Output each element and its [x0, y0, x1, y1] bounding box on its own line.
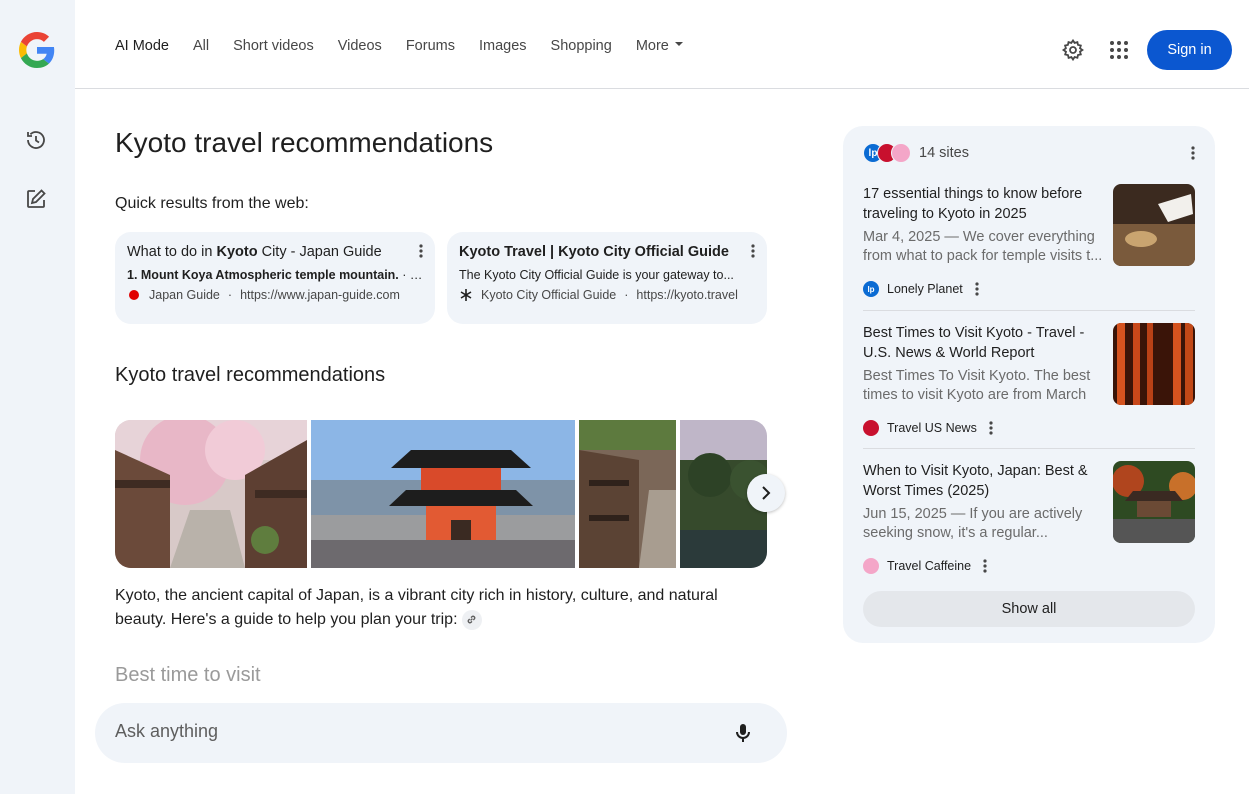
more-options-icon[interactable]	[989, 421, 993, 435]
left-rail	[0, 0, 75, 794]
quick-result-card[interactable]: Kyoto Travel | Kyoto City Official Guide…	[447, 232, 767, 324]
section-title: Kyoto travel recommendations	[115, 364, 386, 386]
tab-more-label: More	[635, 38, 669, 54]
intro-paragraph: Kyoto, the ancient capital of Japan, is …	[115, 587, 718, 630]
sources-header: lp 14 sites	[863, 143, 969, 163]
sources-count: 14 sites	[919, 145, 969, 161]
source-item-title: 17 essential things to know before trave…	[863, 186, 1083, 222]
source-thumbnail-torii	[1113, 323, 1195, 405]
chevron-right-icon	[762, 486, 771, 500]
source-item[interactable]: 17 essential things to know before trave…	[863, 184, 1195, 297]
gallery-next-button[interactable]	[747, 474, 785, 512]
history-icon	[27, 131, 45, 149]
quick-result-source: Kyoto City Official Guide · https://kyoto.…	[459, 288, 755, 302]
quick-result-title: Kyoto Travel | Kyoto City Official Guide	[459, 244, 729, 260]
google-logo[interactable]	[19, 32, 55, 68]
quick-result-source: Japan Guide · https://www.japan-guide.com	[127, 288, 423, 302]
source-item-site: Travel US News	[863, 420, 1195, 436]
tab-short-videos[interactable]: Short videos	[233, 38, 314, 54]
quick-result-snippet: The Kyoto City Official Guide is your ga…	[459, 268, 734, 282]
source-item-site: Travel Caffeine	[863, 558, 1195, 574]
kyoto-guide-favicon	[460, 289, 472, 301]
new-chat-button[interactable]	[22, 185, 50, 213]
best-time-heading: Best time to visit	[115, 664, 261, 686]
history-button[interactable]	[22, 126, 50, 154]
apps-grid-icon	[1110, 41, 1128, 59]
tab-more[interactable]: More	[636, 38, 683, 54]
tab-images[interactable]: Images	[479, 38, 527, 54]
divider	[863, 448, 1195, 449]
tab-forums[interactable]: Forums	[406, 38, 455, 54]
source-item[interactable]: When to Visit Kyoto, Japan: Best & Worst…	[863, 461, 1195, 574]
quick-result-card[interactable]: What to do in Kyoto City - Japan Guide 1…	[115, 232, 435, 324]
ask-bar[interactable]	[95, 703, 787, 763]
gallery-image-temple-gate[interactable]	[311, 420, 575, 568]
tab-videos[interactable]: Videos	[338, 38, 382, 54]
edit-icon	[27, 189, 46, 208]
gallery-image-street-blossoms[interactable]	[115, 420, 307, 568]
more-options-icon[interactable]	[975, 282, 979, 296]
search-tabs: AI Mode All Short videos Videos Forums I…	[115, 38, 707, 54]
source-item-desc: Best Times To Visit Kyoto. The best time…	[863, 368, 1091, 403]
source-item[interactable]: Best Times to Visit Kyoto - Travel - U.S…	[863, 323, 1195, 436]
caret-down-icon	[674, 42, 683, 47]
source-item-title: When to Visit Kyoto, Japan: Best & Worst…	[863, 463, 1088, 499]
page-title: Kyoto travel recommendations	[115, 127, 494, 158]
citation-link-button[interactable]	[461, 609, 482, 630]
source-favicons: lp	[863, 143, 911, 163]
show-all-button[interactable]: Show all	[863, 591, 1195, 627]
tab-ai-mode[interactable]: AI Mode	[115, 38, 169, 54]
quick-result-title: What to do in Kyoto City - Japan Guide	[127, 244, 382, 260]
link-icon	[467, 615, 476, 624]
source-item-site: lp Lonely Planet	[863, 281, 1195, 297]
source-thumbnail-sake	[1113, 184, 1195, 266]
quick-results-label: Quick results from the web:	[115, 195, 309, 212]
quick-result-snippet: 1. Mount Koya Atmospheric temple mountai…	[127, 268, 423, 282]
gallery-image-wooden-houses[interactable]	[579, 420, 676, 568]
ask-input[interactable]	[115, 721, 695, 742]
image-gallery	[115, 420, 767, 568]
travel-caffeine-favicon	[891, 143, 911, 163]
top-header: AI Mode All Short videos Videos Forums I…	[75, 0, 1249, 89]
source-item-desc: Mar 4, 2025 — We cover everything from w…	[863, 229, 1103, 264]
gear-icon	[1061, 38, 1084, 62]
sign-in-button[interactable]: Sign in	[1147, 30, 1232, 70]
more-options-icon[interactable]	[1191, 146, 1195, 160]
more-options-icon[interactable]	[751, 244, 755, 258]
sources-panel: lp 14 sites 17 essential things to know …	[843, 126, 1215, 643]
us-news-favicon	[863, 420, 879, 436]
microphone-icon[interactable]	[731, 721, 755, 745]
travel-caffeine-favicon	[863, 558, 879, 574]
tab-all[interactable]: All	[193, 38, 209, 54]
tab-shopping[interactable]: Shopping	[551, 38, 612, 54]
source-item-title: Best Times to Visit Kyoto - Travel - U.S…	[863, 325, 1085, 361]
japan-guide-favicon	[129, 290, 139, 300]
more-options-icon[interactable]	[419, 244, 423, 258]
settings-button[interactable]	[1061, 38, 1085, 62]
divider	[863, 310, 1195, 311]
source-item-desc: Jun 15, 2025 — If you are actively seeki…	[863, 506, 1083, 541]
source-thumbnail-temple	[1113, 461, 1195, 543]
lonely-planet-favicon: lp	[863, 281, 879, 297]
more-options-icon[interactable]	[983, 559, 987, 573]
apps-button[interactable]	[1107, 38, 1131, 62]
